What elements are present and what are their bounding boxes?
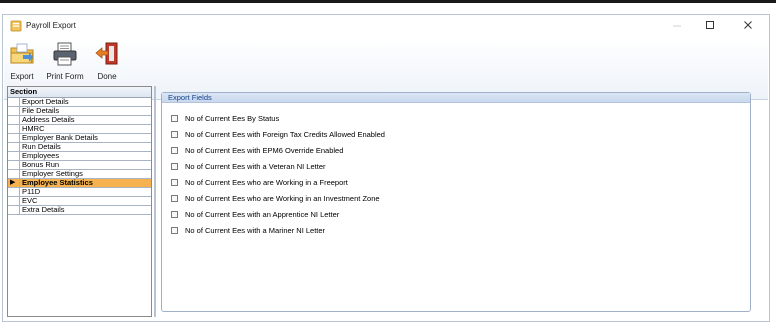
field-current-ees-by-status[interactable]: No of Current Ees By Status [171,113,279,123]
field-mariner-ni-letter[interactable]: No of Current Ees with a Mariner NI Lett… [171,225,325,235]
title-bar: Payroll Export [3,15,769,37]
current-row-arrow-icon: ▶ [10,179,16,186]
export-fields-header: Export Fields [162,93,750,103]
checkbox[interactable] [171,210,178,218]
minimize-icon [673,25,681,27]
print-form-icon [53,42,77,66]
export-label: Export [10,72,34,81]
field-apprentice-ni-letter[interactable]: No of Current Ees with an Apprentice NI … [171,209,339,219]
section-item-extra-details[interactable]: Extra Details [8,206,151,215]
checkbox[interactable] [171,194,178,202]
app-icon [10,20,22,32]
minimize-button[interactable] [667,18,687,32]
window-title: Payroll Export [26,21,76,30]
checkbox[interactable] [171,226,178,234]
checkbox[interactable] [171,114,178,122]
section-list: Section Export Details File Details Addr… [7,86,152,317]
done-label: Done [97,72,117,81]
field-investment-zone[interactable]: No of Current Ees who are Working in an … [171,193,380,203]
checkbox[interactable] [171,162,178,170]
print-form-label: Print Form [46,72,84,81]
close-icon [744,21,752,29]
field-foreign-tax-credits[interactable]: No of Current Ees with Foreign Tax Credi… [171,129,385,139]
maximize-button[interactable] [700,18,720,32]
field-veteran-ni-letter[interactable]: No of Current Ees with a Veteran NI Lett… [171,161,326,171]
maximize-icon [706,21,714,29]
checkbox[interactable] [171,178,178,186]
screen-top-edge [0,0,776,3]
checkbox[interactable] [171,130,178,138]
close-button[interactable] [738,18,758,32]
export-fields-panel: Export Fields No of Current Ees By Statu… [161,92,751,312]
field-freeport[interactable]: No of Current Ees who are Working in a F… [171,177,348,187]
payroll-export-window: Payroll Export Export Print Form Done Se… [2,14,770,322]
checkbox[interactable] [171,146,178,154]
panel-splitter[interactable] [154,86,156,317]
export-folder-icon [10,43,34,64]
done-exit-icon [95,42,118,65]
field-epm6-override[interactable]: No of Current Ees with EPM6 Override Ena… [171,145,343,155]
